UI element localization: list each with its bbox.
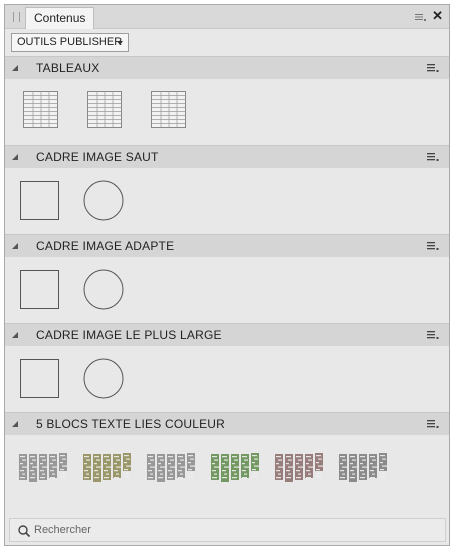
collapse-triangle-icon[interactable] (12, 154, 18, 160)
square-image-frame[interactable] (20, 270, 60, 310)
linked-text-blocks-thumbnail[interactable] (274, 452, 324, 482)
sections-list: TABLEAUX CADRE IMAGE SAUT CADRE IMAGE ADAP… (5, 56, 449, 501)
linked-text-blocks-thumbnail[interactable] (338, 452, 388, 482)
close-icon[interactable]: ✕ (432, 8, 443, 24)
section-header[interactable]: 5 BLOCS TEXTE LIES COULEUR (5, 412, 449, 435)
collapse-triangle-icon[interactable] (12, 421, 18, 427)
section-header[interactable]: CADRE IMAGE SAUT (5, 145, 449, 168)
drag-grip-icon[interactable] (13, 12, 20, 22)
search-bar[interactable] (9, 518, 446, 542)
contents-panel: Contenus ✕ OUTILS PUBLISHER TABLEAUX CADR… (4, 4, 450, 546)
section-menu-icon[interactable] (427, 241, 439, 252)
section-header[interactable]: TABLEAUX (5, 56, 449, 79)
section-content (5, 79, 449, 145)
section-content (5, 257, 449, 323)
collapse-triangle-icon[interactable] (12, 332, 18, 338)
section-content (5, 435, 449, 501)
section-title: CADRE IMAGE LE PLUS LARGE (36, 328, 222, 342)
section-menu-icon[interactable] (427, 330, 439, 341)
chevron-down-icon (117, 41, 123, 45)
circle-image-frame[interactable] (83, 269, 125, 311)
section-content (5, 346, 449, 412)
collapse-triangle-icon[interactable] (12, 243, 18, 249)
section-content (5, 168, 449, 234)
table-thumbnail[interactable] (151, 91, 187, 129)
panel-toolbar: OUTILS PUBLISHER (5, 29, 449, 56)
square-image-frame[interactable] (20, 181, 60, 221)
linked-text-blocks-thumbnail[interactable] (18, 452, 68, 482)
section-header[interactable]: CADRE IMAGE ADAPTE (5, 234, 449, 257)
section-title: CADRE IMAGE ADAPTE (36, 239, 175, 253)
section-menu-icon[interactable] (427, 152, 439, 163)
section-title: TABLEAUX (36, 61, 100, 75)
table-thumbnail[interactable] (23, 91, 59, 129)
section-header[interactable]: CADRE IMAGE LE PLUS LARGE (5, 323, 449, 346)
search-icon (18, 525, 31, 538)
dropdown-value: OUTILS PUBLISHER (17, 36, 123, 48)
section-title: CADRE IMAGE SAUT (36, 150, 159, 164)
linked-text-blocks-thumbnail[interactable] (82, 452, 132, 482)
linked-text-blocks-thumbnail[interactable] (210, 452, 260, 482)
circle-image-frame[interactable] (83, 358, 125, 400)
table-thumbnail[interactable] (87, 91, 123, 129)
panel-titlebar: Contenus ✕ (5, 5, 449, 29)
search-input[interactable] (34, 521, 434, 539)
square-image-frame[interactable] (20, 359, 60, 399)
section-menu-icon[interactable] (427, 419, 439, 430)
section-title: 5 BLOCS TEXTE LIES COULEUR (36, 417, 226, 431)
category-dropdown[interactable]: OUTILS PUBLISHER (11, 33, 129, 52)
panel-menu-icon[interactable] (415, 11, 427, 23)
circle-image-frame[interactable] (83, 180, 125, 222)
collapse-triangle-icon[interactable] (12, 65, 18, 71)
section-menu-icon[interactable] (427, 63, 439, 74)
linked-text-blocks-thumbnail[interactable] (146, 452, 196, 482)
tab-contenus[interactable]: Contenus (25, 7, 95, 29)
